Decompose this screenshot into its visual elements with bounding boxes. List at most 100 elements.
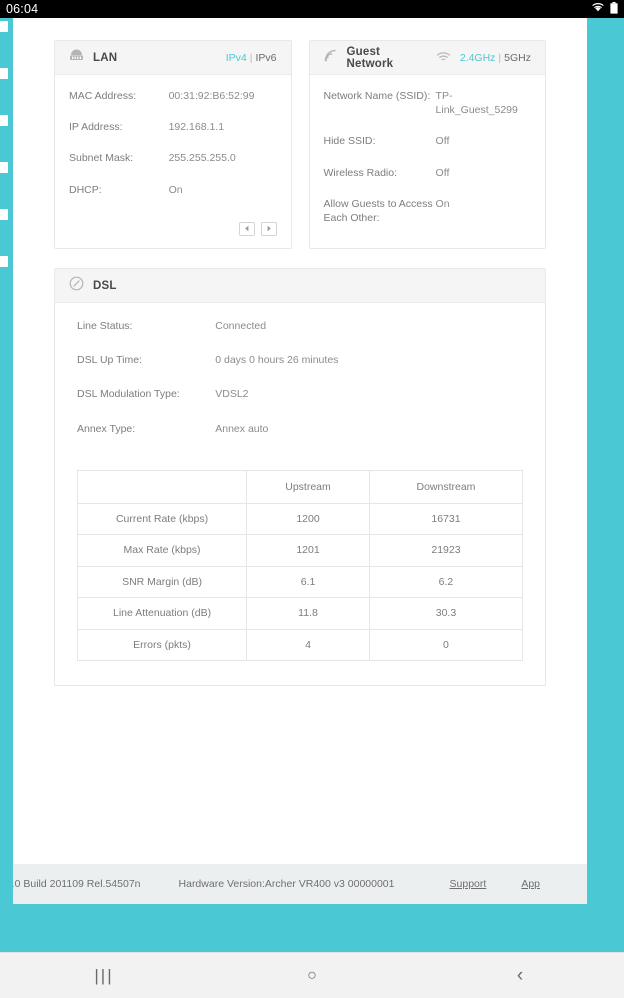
- dsl-stats-table: Upstream Downstream Current Rate (kbps) …: [76, 469, 524, 662]
- metric-downstream: 30.3: [368, 597, 524, 630]
- metric-upstream: 11.8: [246, 597, 370, 630]
- metric-upstream: 6.1: [246, 565, 370, 599]
- guest-hide-ssid-value: Off: [435, 135, 450, 148]
- lan-dhcp-label: DHCP:: [69, 183, 102, 196]
- lan-card-pagination: [55, 220, 291, 248]
- guest-hide-ssid-label: Hide SSID:: [323, 135, 376, 148]
- sidebar-item[interactable]: [0, 115, 8, 126]
- dsl-row-modulation: DSL Modulation Type: VDSL2: [77, 387, 523, 401]
- gauge-icon: [69, 276, 84, 296]
- lan-card: LAN IPv4 | IPv6 MAC Address: 00:31:92:B6:5…: [54, 40, 292, 250]
- col-header-upstream: Upstream: [246, 469, 370, 504]
- metric-label: SNR Margin (dB): [76, 565, 248, 599]
- guest-network-card: Guest Network 2.4GHz | 5GHz Network Name…: [308, 40, 546, 250]
- battery-icon: [610, 1, 618, 17]
- toggle-separator: |: [498, 51, 502, 64]
- footer-links: Support App: [450, 878, 587, 890]
- table-row: SNR Margin (dB) 6.1 6.2: [76, 565, 524, 599]
- lan-row-ip: IP Address: 192.168.1.1: [69, 120, 277, 134]
- recents-button[interactable]: |||: [74, 953, 134, 998]
- router-icon: [69, 49, 84, 67]
- status-bar-system-icons: [591, 1, 618, 17]
- lan-mac-label: MAC Address:: [69, 90, 137, 102]
- pagination-next-button[interactable]: [260, 221, 277, 236]
- lan-subnet-label: Subnet Mask:: [69, 152, 134, 165]
- guest-allow-access-label: Allow Guests to Access Each Other:: [323, 197, 433, 224]
- guest-network-card-title: Guest Network: [346, 45, 394, 70]
- guest-wireless-radio-value: Off: [435, 166, 450, 179]
- dsl-row-annex: Annex Type: Annex auto: [77, 422, 523, 436]
- dsl-card-header: DSL: [55, 269, 545, 304]
- dsl-annex-value: Annex auto: [215, 422, 269, 435]
- sidebar-item[interactable]: [0, 209, 8, 220]
- sidebar-item[interactable]: [0, 256, 8, 267]
- android-status-bar: 06:04: [0, 0, 624, 18]
- guest-allow-access-value: On: [435, 197, 450, 210]
- dsl-annex-label: Annex Type:: [77, 422, 136, 435]
- dsl-card: DSL Line Status: Connected DSL Up Time: …: [54, 268, 546, 687]
- signal-bars-icon: [324, 49, 338, 67]
- dsl-up-time-value: 0 days 0 hours 26 minutes: [215, 354, 339, 367]
- metric-downstream: 16731: [368, 502, 524, 536]
- metric-label: Line Attenuation (dB): [76, 597, 248, 630]
- lan-dhcp-value: On: [168, 183, 183, 196]
- guest-band-toggle[interactable]: 2.4GHz | 5GHz: [460, 52, 531, 64]
- wifi-icon: [591, 2, 605, 16]
- band-24ghz-option[interactable]: 2.4GHz: [460, 52, 496, 64]
- hardware-version-text: Hardware Version:Archer VR400 v3 0000000…: [178, 878, 395, 890]
- back-icon: ‹: [516, 964, 524, 986]
- sidebar-item[interactable]: [0, 162, 8, 173]
- back-button[interactable]: ‹: [490, 953, 550, 998]
- home-icon: ○: [307, 966, 317, 984]
- page-footer: a1.0 Build 201109 Rel.54507n Hardware Ve…: [13, 864, 587, 904]
- app-link[interactable]: App: [521, 878, 540, 890]
- dsl-card-title: DSL: [93, 279, 117, 292]
- status-cards-row: LAN IPv4 | IPv6 MAC Address: 00:31:92:B6:5…: [13, 18, 587, 250]
- guest-ssid-value: TP-Link_Guest_5299: [435, 90, 518, 117]
- lan-card-header: LAN IPv4 | IPv6: [55, 41, 291, 75]
- sidebar-clipped[interactable]: [0, 18, 8, 833]
- wifi-arcs-icon: [436, 52, 451, 63]
- dsl-section: DSL Line Status: Connected DSL Up Time: …: [13, 249, 587, 687]
- dsl-modulation-label: DSL Modulation Type:: [77, 388, 180, 401]
- guest-network-card-body: Network Name (SSID): TP-Link_Guest_5299 …: [310, 75, 546, 248]
- dsl-stats-table-body: Current Rate (kbps) 1200 16731 Max Rate …: [76, 502, 524, 662]
- metric-label: Current Rate (kbps): [76, 502, 248, 536]
- metric-downstream: 21923: [368, 534, 524, 567]
- lan-card-title: LAN: [93, 51, 118, 64]
- lan-row-mac: MAC Address: 00:31:92:B6:52:99: [69, 89, 277, 103]
- dsl-up-time-label: DSL Up Time:: [77, 354, 142, 367]
- table-header-row: Upstream Downstream: [76, 469, 524, 504]
- col-header-downstream: Downstream: [368, 469, 524, 504]
- ipv6-option[interactable]: IPv6: [255, 52, 276, 64]
- dsl-card-body: Line Status: Connected DSL Up Time: 0 da…: [55, 303, 545, 464]
- dsl-stats-table-head: Upstream Downstream: [76, 469, 524, 504]
- dsl-row-line-status: Line Status: Connected: [77, 319, 523, 333]
- android-nav-bar: ||| ○ ‹: [0, 952, 624, 998]
- guest-row-allow-access: Allow Guests to Access Each Other: On: [324, 197, 532, 225]
- metric-upstream: 4: [246, 628, 370, 662]
- sidebar-item[interactable]: [0, 21, 8, 32]
- guest-row-wireless-radio: Wireless Radio: Off: [324, 166, 532, 180]
- sidebar-item[interactable]: [0, 68, 8, 79]
- metric-upstream: 1200: [246, 502, 370, 536]
- dsl-stats-table-wrapper: Upstream Downstream Current Rate (kbps) …: [55, 464, 545, 686]
- page-content: LAN IPv4 | IPv6 MAC Address: 00:31:92:B6:5…: [13, 18, 587, 904]
- lan-ip-version-toggle[interactable]: IPv4 | IPv6: [226, 52, 277, 64]
- support-link[interactable]: Support: [450, 878, 487, 890]
- table-row: Line Attenuation (dB) 11.8 30.3: [76, 597, 524, 630]
- metric-upstream: 1201: [246, 534, 370, 567]
- dsl-modulation-value: VDSL2: [215, 388, 249, 401]
- home-button[interactable]: ○: [282, 953, 342, 998]
- band-5ghz-option[interactable]: 5GHz: [504, 52, 531, 64]
- toggle-separator: |: [249, 51, 253, 64]
- lan-mac-value: 00:31:92:B6:52:99: [168, 90, 255, 102]
- metric-downstream: 6.2: [368, 565, 524, 599]
- ipv4-option[interactable]: IPv4: [226, 52, 247, 64]
- firmware-version-text: a1.0 Build 201109 Rel.54507n: [13, 878, 141, 890]
- guest-row-ssid: Network Name (SSID): TP-Link_Guest_5299: [324, 89, 532, 117]
- dsl-row-up-time: DSL Up Time: 0 days 0 hours 26 minutes: [77, 353, 523, 367]
- dsl-line-status-value: Connected: [215, 320, 267, 333]
- pagination-prev-button[interactable]: [238, 221, 255, 236]
- lan-row-dhcp: DHCP: On: [69, 183, 277, 197]
